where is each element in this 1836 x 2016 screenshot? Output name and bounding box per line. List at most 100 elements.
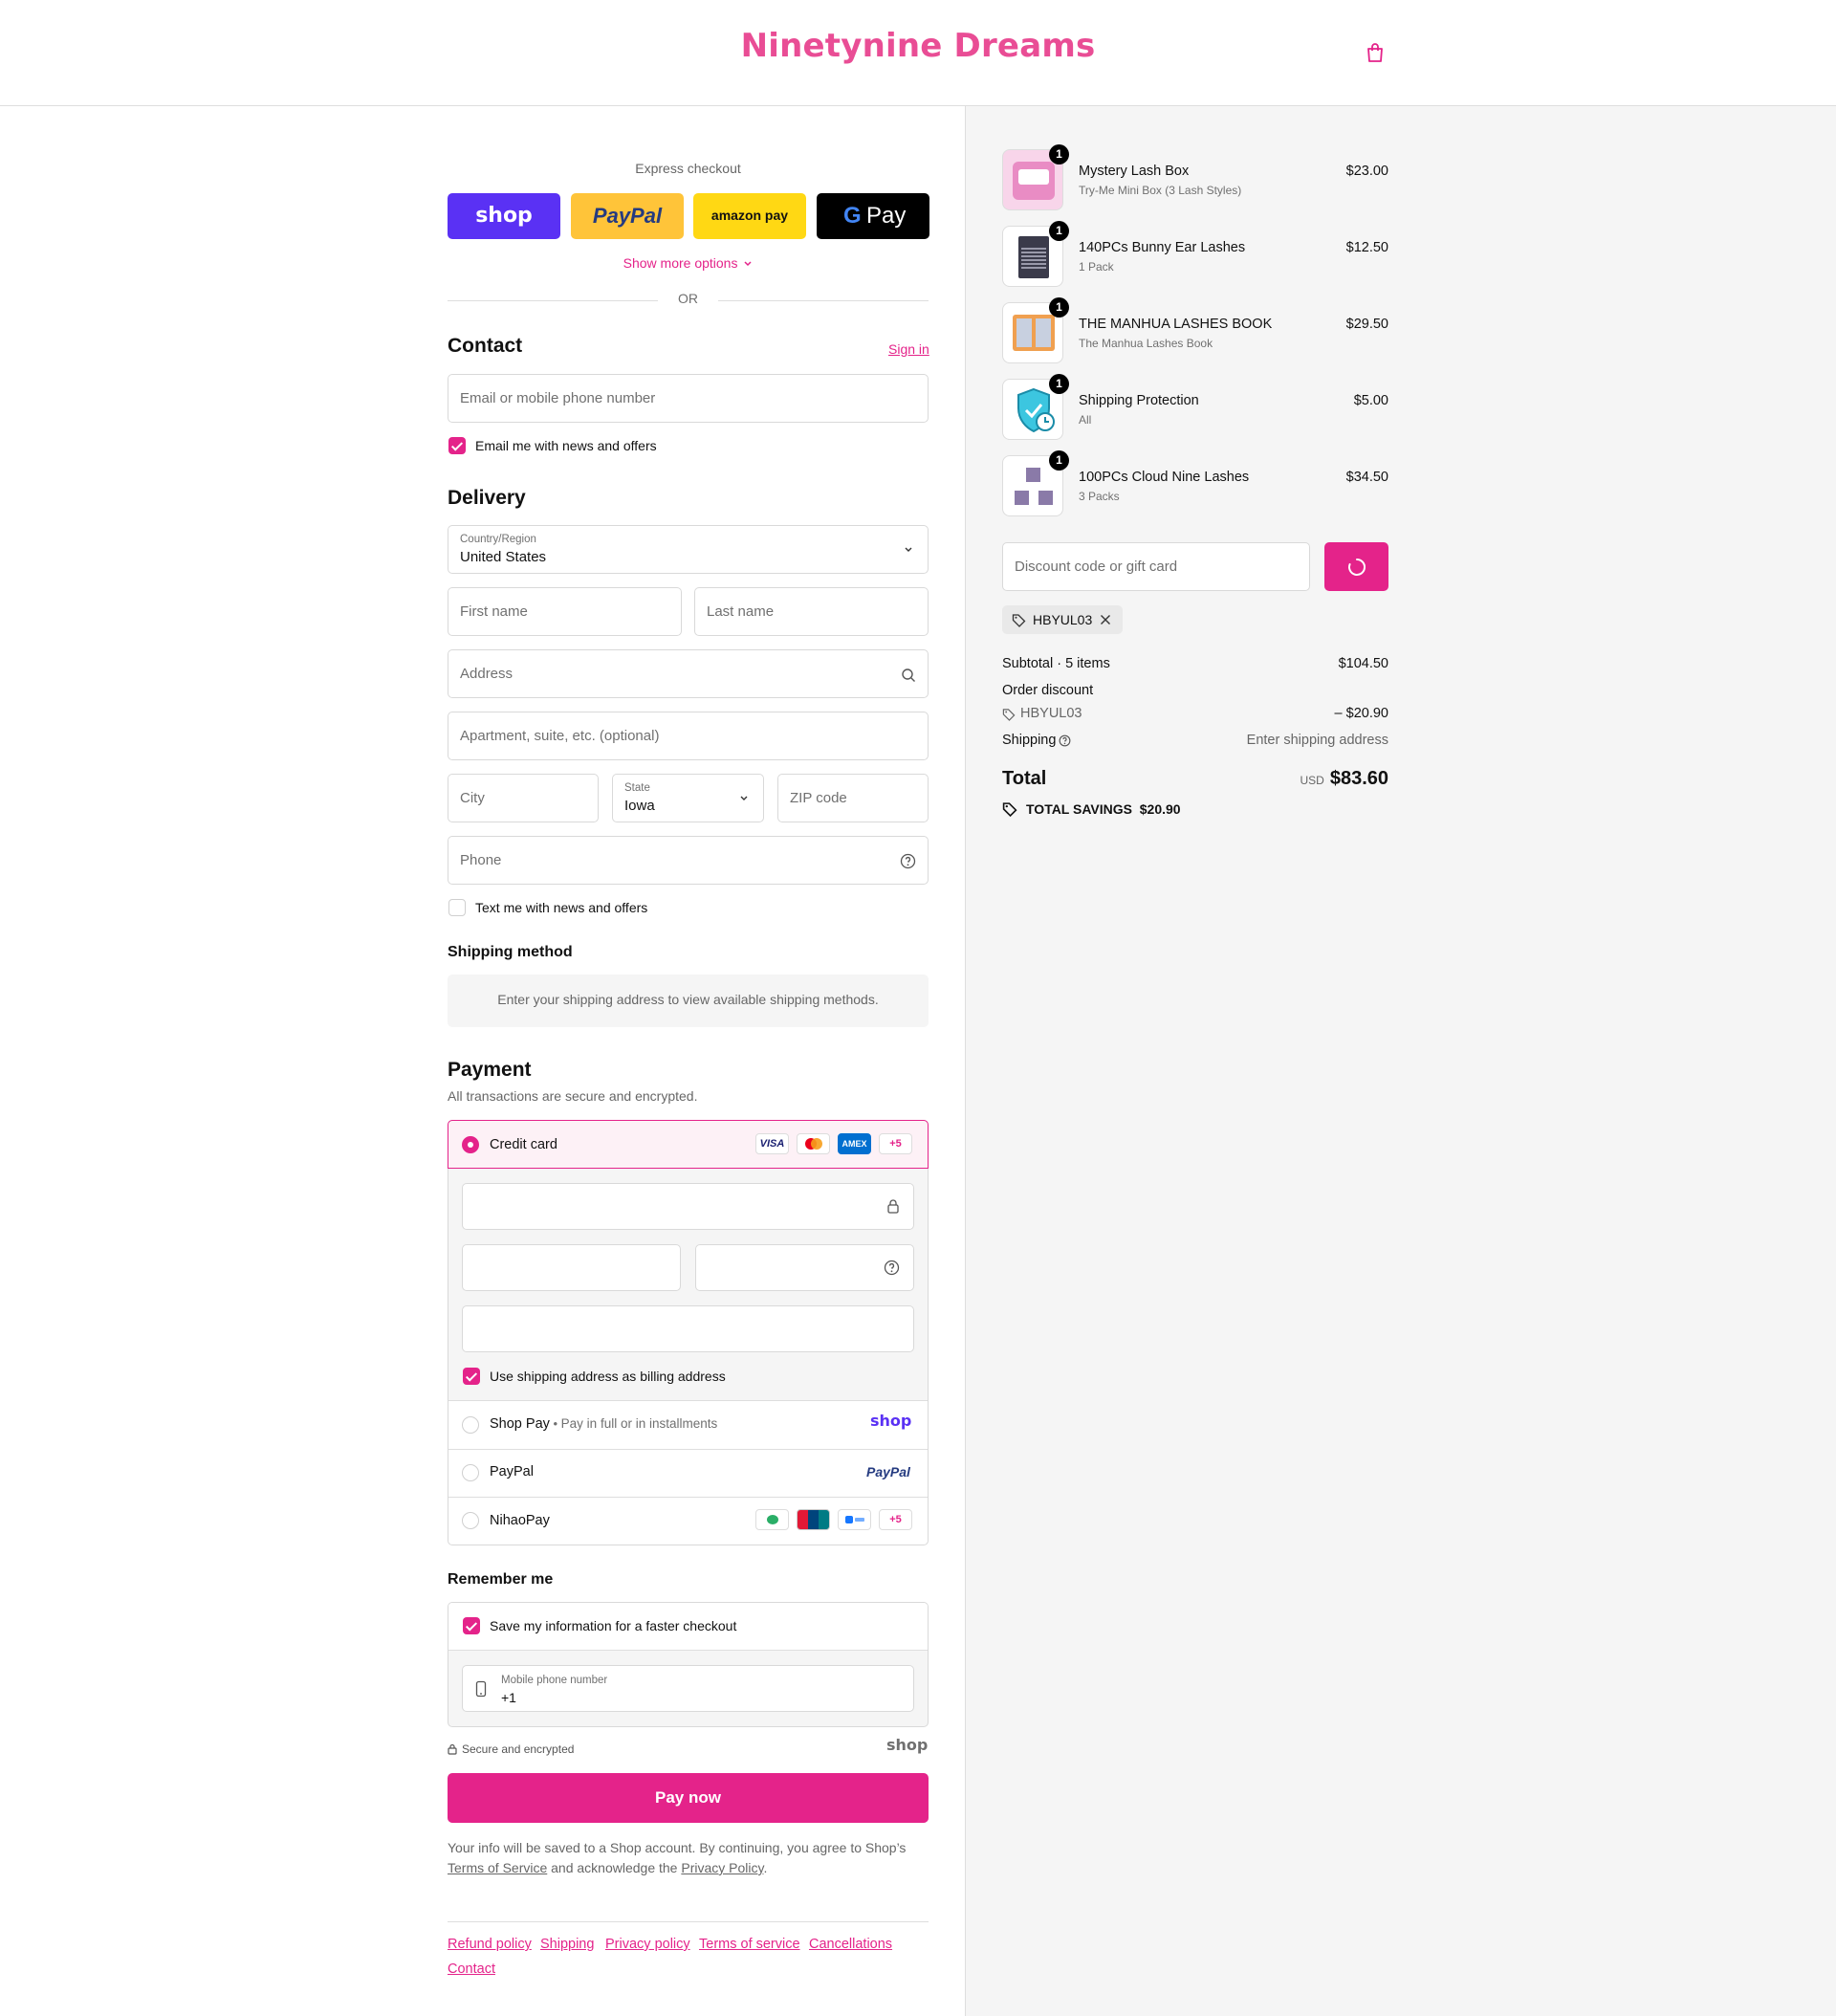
show-more-options[interactable]: Show more options bbox=[448, 255, 929, 271]
email-placeholder: Email or mobile phone number bbox=[460, 390, 656, 406]
help-circle-icon[interactable] bbox=[1059, 734, 1071, 747]
footer-link-terms-of-service[interactable]: Terms of service bbox=[699, 1937, 800, 1952]
email-field[interactable]: Email or mobile phone number bbox=[448, 374, 929, 423]
amazon-pay-logo: amazon pay bbox=[710, 208, 789, 223]
save-info-checkbox[interactable] bbox=[463, 1617, 480, 1634]
more-methods-badge: +5 bbox=[879, 1509, 912, 1530]
currency-label: USD bbox=[1300, 774, 1324, 787]
pay-now-button[interactable]: Pay now bbox=[448, 1773, 929, 1823]
shopping-bag-icon[interactable] bbox=[1366, 42, 1385, 63]
wechat-pay-icon bbox=[755, 1509, 789, 1530]
subtotal-label: Subtotal · 5 items bbox=[1002, 656, 1110, 671]
amazon-pay-express-button[interactable]: amazon pay bbox=[693, 193, 806, 239]
card-number-field[interactable] bbox=[462, 1183, 914, 1230]
first-name-field[interactable]: First name bbox=[448, 587, 682, 636]
shipping-label: Shipping bbox=[1002, 733, 1057, 748]
billing-address-checkbox[interactable] bbox=[463, 1368, 480, 1385]
nihaopay-radio[interactable] bbox=[462, 1512, 479, 1529]
apply-discount-button[interactable] bbox=[1324, 542, 1388, 591]
paypal-logo: PayPal bbox=[592, 204, 663, 228]
nihaopay-label: NihaoPay bbox=[490, 1513, 550, 1528]
sign-in-link[interactable]: Sign in bbox=[888, 341, 929, 357]
tag-icon bbox=[1002, 709, 1016, 721]
item-price: $12.50 bbox=[1345, 240, 1388, 255]
total-label: Total bbox=[1002, 768, 1047, 789]
shop-logo: shop bbox=[886, 1736, 929, 1754]
chevron-down-icon bbox=[905, 547, 912, 552]
security-code-field[interactable] bbox=[695, 1244, 914, 1291]
item-name: 100PCs Cloud Nine Lashes bbox=[1079, 470, 1250, 485]
legal-text: Your info will be saved to a Shop accoun… bbox=[448, 1840, 907, 1875]
country-value: United States bbox=[460, 549, 547, 565]
address-field[interactable]: Address bbox=[448, 649, 929, 698]
total-value: $83.60 bbox=[1329, 768, 1388, 789]
item-name: 140PCs Bunny Ear Lashes bbox=[1079, 240, 1246, 255]
credit-card-label: Credit card bbox=[490, 1137, 557, 1152]
google-g-icon: G bbox=[843, 203, 862, 229]
footer-link-privacy-policy[interactable]: Privacy policy bbox=[605, 1937, 690, 1952]
state-value: Iowa bbox=[624, 798, 655, 814]
mobile-phone-label: Mobile phone number bbox=[501, 1675, 608, 1686]
city-field[interactable]: City bbox=[448, 774, 599, 822]
first-name-placeholder: First name bbox=[460, 603, 528, 620]
quantity-badge: 1 bbox=[1049, 221, 1069, 241]
paypal-express-button[interactable]: PayPal bbox=[571, 193, 684, 239]
applied-discount-tag: HBYUL03 bbox=[1002, 605, 1123, 634]
chevron-down-icon bbox=[740, 796, 748, 800]
zip-field[interactable]: ZIP code bbox=[777, 774, 929, 822]
google-pay-express-button[interactable]: G Pay bbox=[817, 193, 929, 239]
discount-amount: – $20.90 bbox=[1334, 706, 1388, 721]
quantity-badge: 1 bbox=[1049, 144, 1069, 164]
help-circle-icon[interactable] bbox=[884, 1260, 900, 1276]
state-label: State bbox=[624, 782, 650, 794]
footer-link-contact[interactable]: Contact bbox=[448, 1961, 495, 1977]
footer-link-cancellations[interactable]: Cancellations bbox=[809, 1937, 892, 1952]
secure-encrypted-text: Secure and encrypted bbox=[462, 1742, 575, 1756]
shop-pay-radio[interactable] bbox=[462, 1416, 479, 1434]
store-logo[interactable]: Ninetynine Dreams bbox=[0, 27, 1836, 65]
mobile-phone-icon bbox=[475, 1680, 487, 1698]
shop-terms-link[interactable]: Terms of Service bbox=[448, 1860, 547, 1875]
search-icon bbox=[902, 668, 915, 682]
country-select[interactable]: Country/Region United States bbox=[448, 525, 929, 574]
item-variant: 3 Packs bbox=[1079, 490, 1120, 503]
shop-pay-express-button[interactable]: shop bbox=[448, 193, 560, 239]
city-placeholder: City bbox=[460, 790, 485, 806]
order-discount-label: Order discount bbox=[1002, 683, 1094, 698]
footer-divider bbox=[448, 1921, 929, 1922]
help-circle-icon[interactable] bbox=[900, 853, 916, 869]
discount-code-label: HBYUL03 bbox=[1020, 706, 1082, 721]
footer-link-refund-policy[interactable]: Refund policy bbox=[448, 1937, 532, 1952]
unionpay-icon bbox=[797, 1509, 830, 1530]
contact-heading: Contact bbox=[448, 335, 523, 357]
lock-icon bbox=[448, 1743, 457, 1755]
state-select[interactable]: State Iowa bbox=[612, 774, 764, 822]
shop-privacy-link[interactable]: Privacy Policy bbox=[681, 1860, 763, 1875]
paypal-radio[interactable] bbox=[462, 1464, 479, 1481]
quantity-badge: 1 bbox=[1049, 297, 1069, 318]
item-variant: Try-Me Mini Box (3 Lash Styles) bbox=[1079, 184, 1242, 197]
billing-address-label: Use shipping address as billing address bbox=[490, 1369, 726, 1384]
close-icon[interactable] bbox=[1100, 614, 1111, 625]
shipping-method-notice-box: Enter your shipping address to view avai… bbox=[448, 975, 929, 1027]
apartment-field[interactable]: Apartment, suite, etc. (optional) bbox=[448, 712, 929, 760]
phone-field[interactable]: Phone bbox=[448, 836, 929, 885]
name-on-card-field[interactable] bbox=[462, 1305, 914, 1352]
last-name-placeholder: Last name bbox=[707, 603, 775, 620]
apartment-placeholder: Apartment, suite, etc. (optional) bbox=[460, 728, 660, 744]
visa-icon: VISA bbox=[755, 1133, 789, 1154]
chevron-down-icon bbox=[744, 261, 752, 267]
last-name-field[interactable]: Last name bbox=[694, 587, 929, 636]
text-news-label: Text me with news and offers bbox=[475, 900, 648, 915]
expiration-date-field[interactable] bbox=[462, 1244, 681, 1291]
tag-icon bbox=[1002, 802, 1017, 817]
text-news-checkbox[interactable] bbox=[448, 899, 466, 916]
tag-icon bbox=[1012, 614, 1026, 627]
delivery-heading: Delivery bbox=[448, 487, 526, 509]
mobile-phone-field[interactable]: Mobile phone number +1 bbox=[462, 1665, 914, 1712]
footer-link-shipping[interactable]: Shipping bbox=[540, 1937, 594, 1952]
discount-code-field[interactable]: Discount code or gift card bbox=[1002, 542, 1310, 591]
email-news-checkbox[interactable] bbox=[448, 437, 466, 454]
mastercard-icon bbox=[797, 1133, 830, 1154]
credit-card-radio[interactable] bbox=[462, 1136, 479, 1153]
